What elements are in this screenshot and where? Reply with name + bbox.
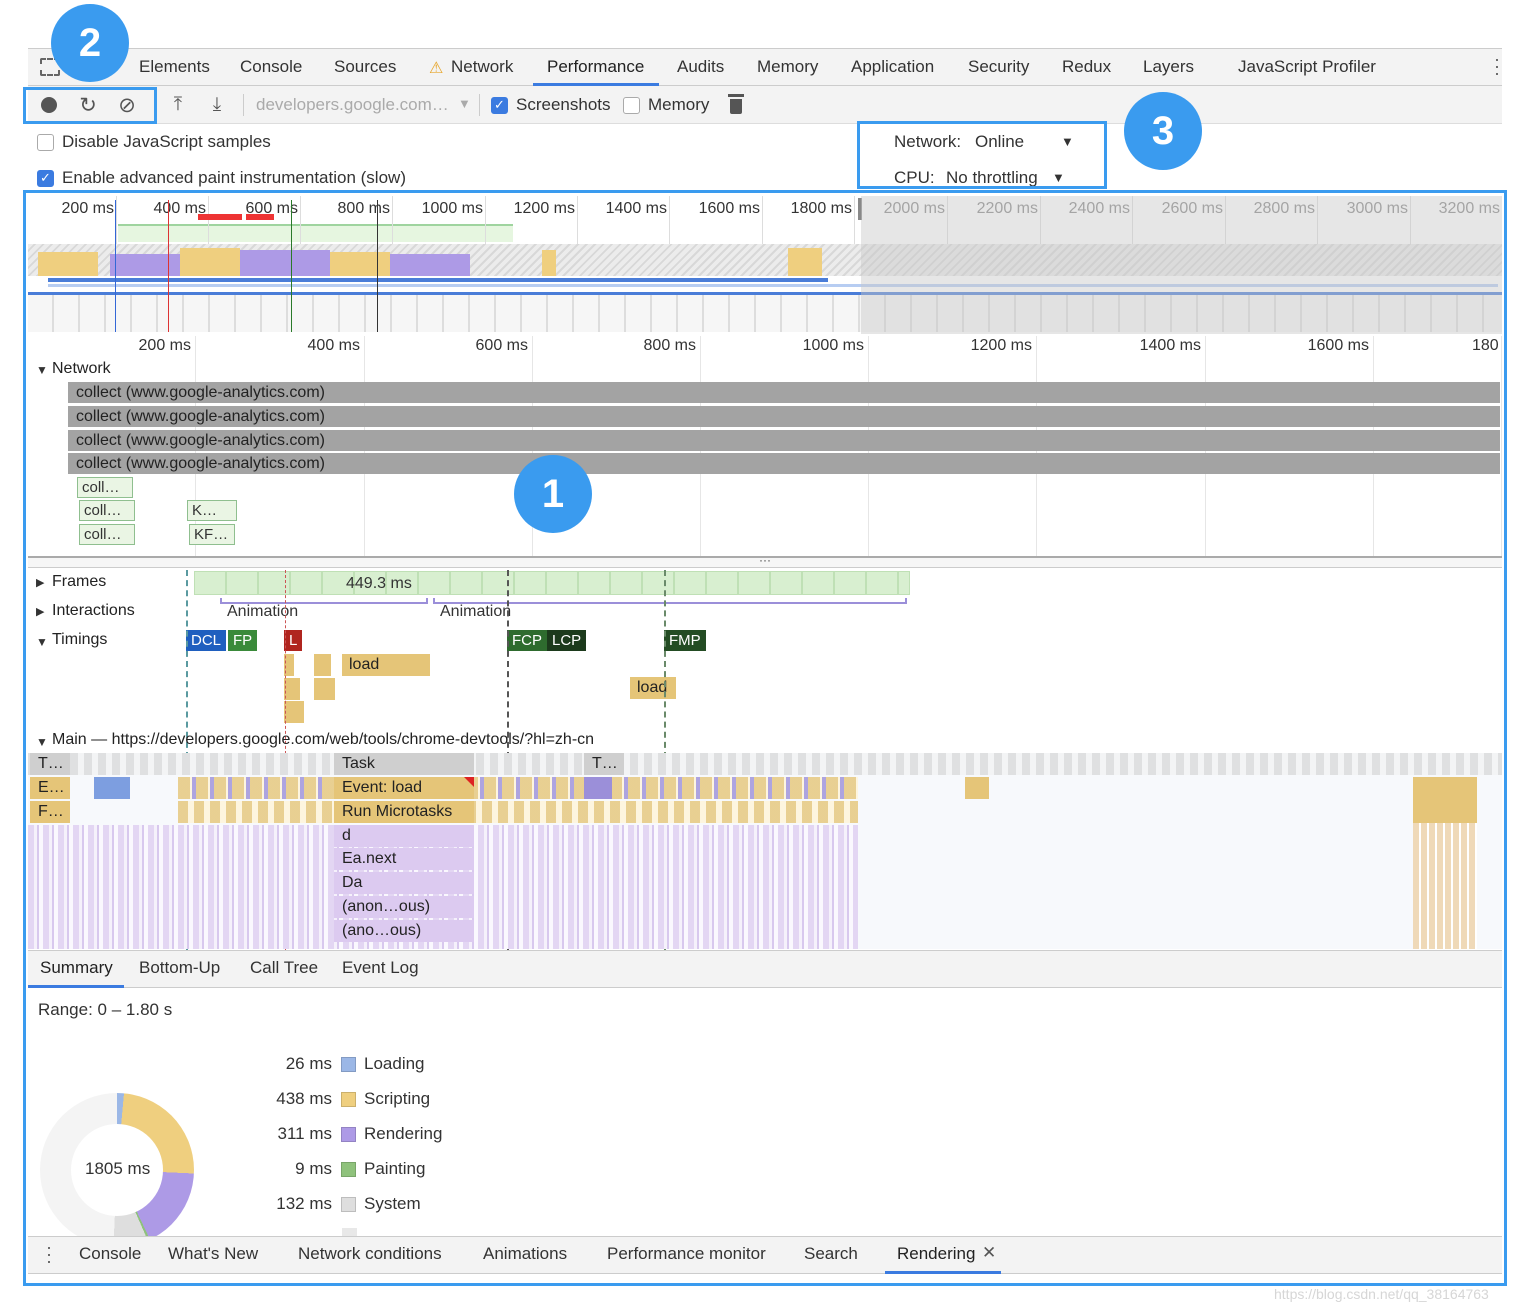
garbage-collect-button[interactable] (728, 94, 744, 114)
tab-redux[interactable]: Redux (1062, 57, 1111, 77)
memory-label: Memory (648, 95, 710, 114)
warning-icon: ⚠ (429, 60, 444, 77)
tab-console[interactable]: Console (240, 57, 302, 77)
tab-security[interactable]: Security (968, 57, 1029, 77)
download-icon: ⤓ (212, 94, 222, 115)
profile-select[interactable]: developers.google.com… (256, 95, 449, 115)
advanced-paint-label: Enable advanced paint instrumentation (s… (62, 168, 406, 187)
screenshots-checkbox[interactable] (491, 97, 508, 114)
tab-network[interactable]: Network (451, 57, 513, 77)
callout-box-1 (23, 190, 1507, 1286)
tab-memory[interactable]: Memory (757, 57, 818, 77)
more-menu-icon[interactable]: · · · (1494, 50, 1500, 82)
callout-badge-2: 2 (51, 4, 129, 82)
memory-checkbox[interactable] (623, 97, 640, 114)
watermark: https://blog.csdn.net/qq_38164763 (1274, 1286, 1489, 1302)
load-profile-button[interactable]: ⤒ (166, 93, 190, 117)
tab-sources[interactable]: Sources (334, 57, 396, 77)
tab-performance[interactable]: Performance (547, 57, 644, 77)
callout-box-3 (857, 121, 1107, 189)
tab-audits[interactable]: Audits (677, 57, 724, 77)
trash-icon-body (730, 99, 742, 114)
performance-toolbar (28, 86, 1502, 124)
toolbar-divider-2 (479, 94, 480, 116)
screenshots-label: Screenshots (516, 95, 611, 114)
upload-icon: ⤒ (173, 94, 183, 115)
trash-icon (728, 94, 744, 97)
disable-js-samples-label: Disable JavaScript samples (62, 132, 271, 151)
tab-elements[interactable]: Elements (139, 57, 210, 77)
disable-js-samples-checkbox[interactable] (37, 134, 54, 151)
callout-badge-3: 3 (1124, 92, 1202, 170)
overview-unselected-shade (861, 196, 1502, 334)
callout-badge-1: 1 (514, 455, 592, 533)
toolbar-divider (243, 94, 244, 116)
tab-application[interactable]: Application (851, 57, 934, 77)
profile-select-arrow-icon[interactable]: ▼ (458, 96, 471, 111)
advanced-paint-checkbox[interactable] (37, 170, 54, 187)
tab-javascript-profiler[interactable]: JavaScript Profiler (1238, 57, 1376, 77)
tab-layers[interactable]: Layers (1143, 57, 1194, 77)
callout-box-2 (23, 87, 157, 124)
save-profile-button[interactable]: ⤓ (205, 93, 229, 117)
